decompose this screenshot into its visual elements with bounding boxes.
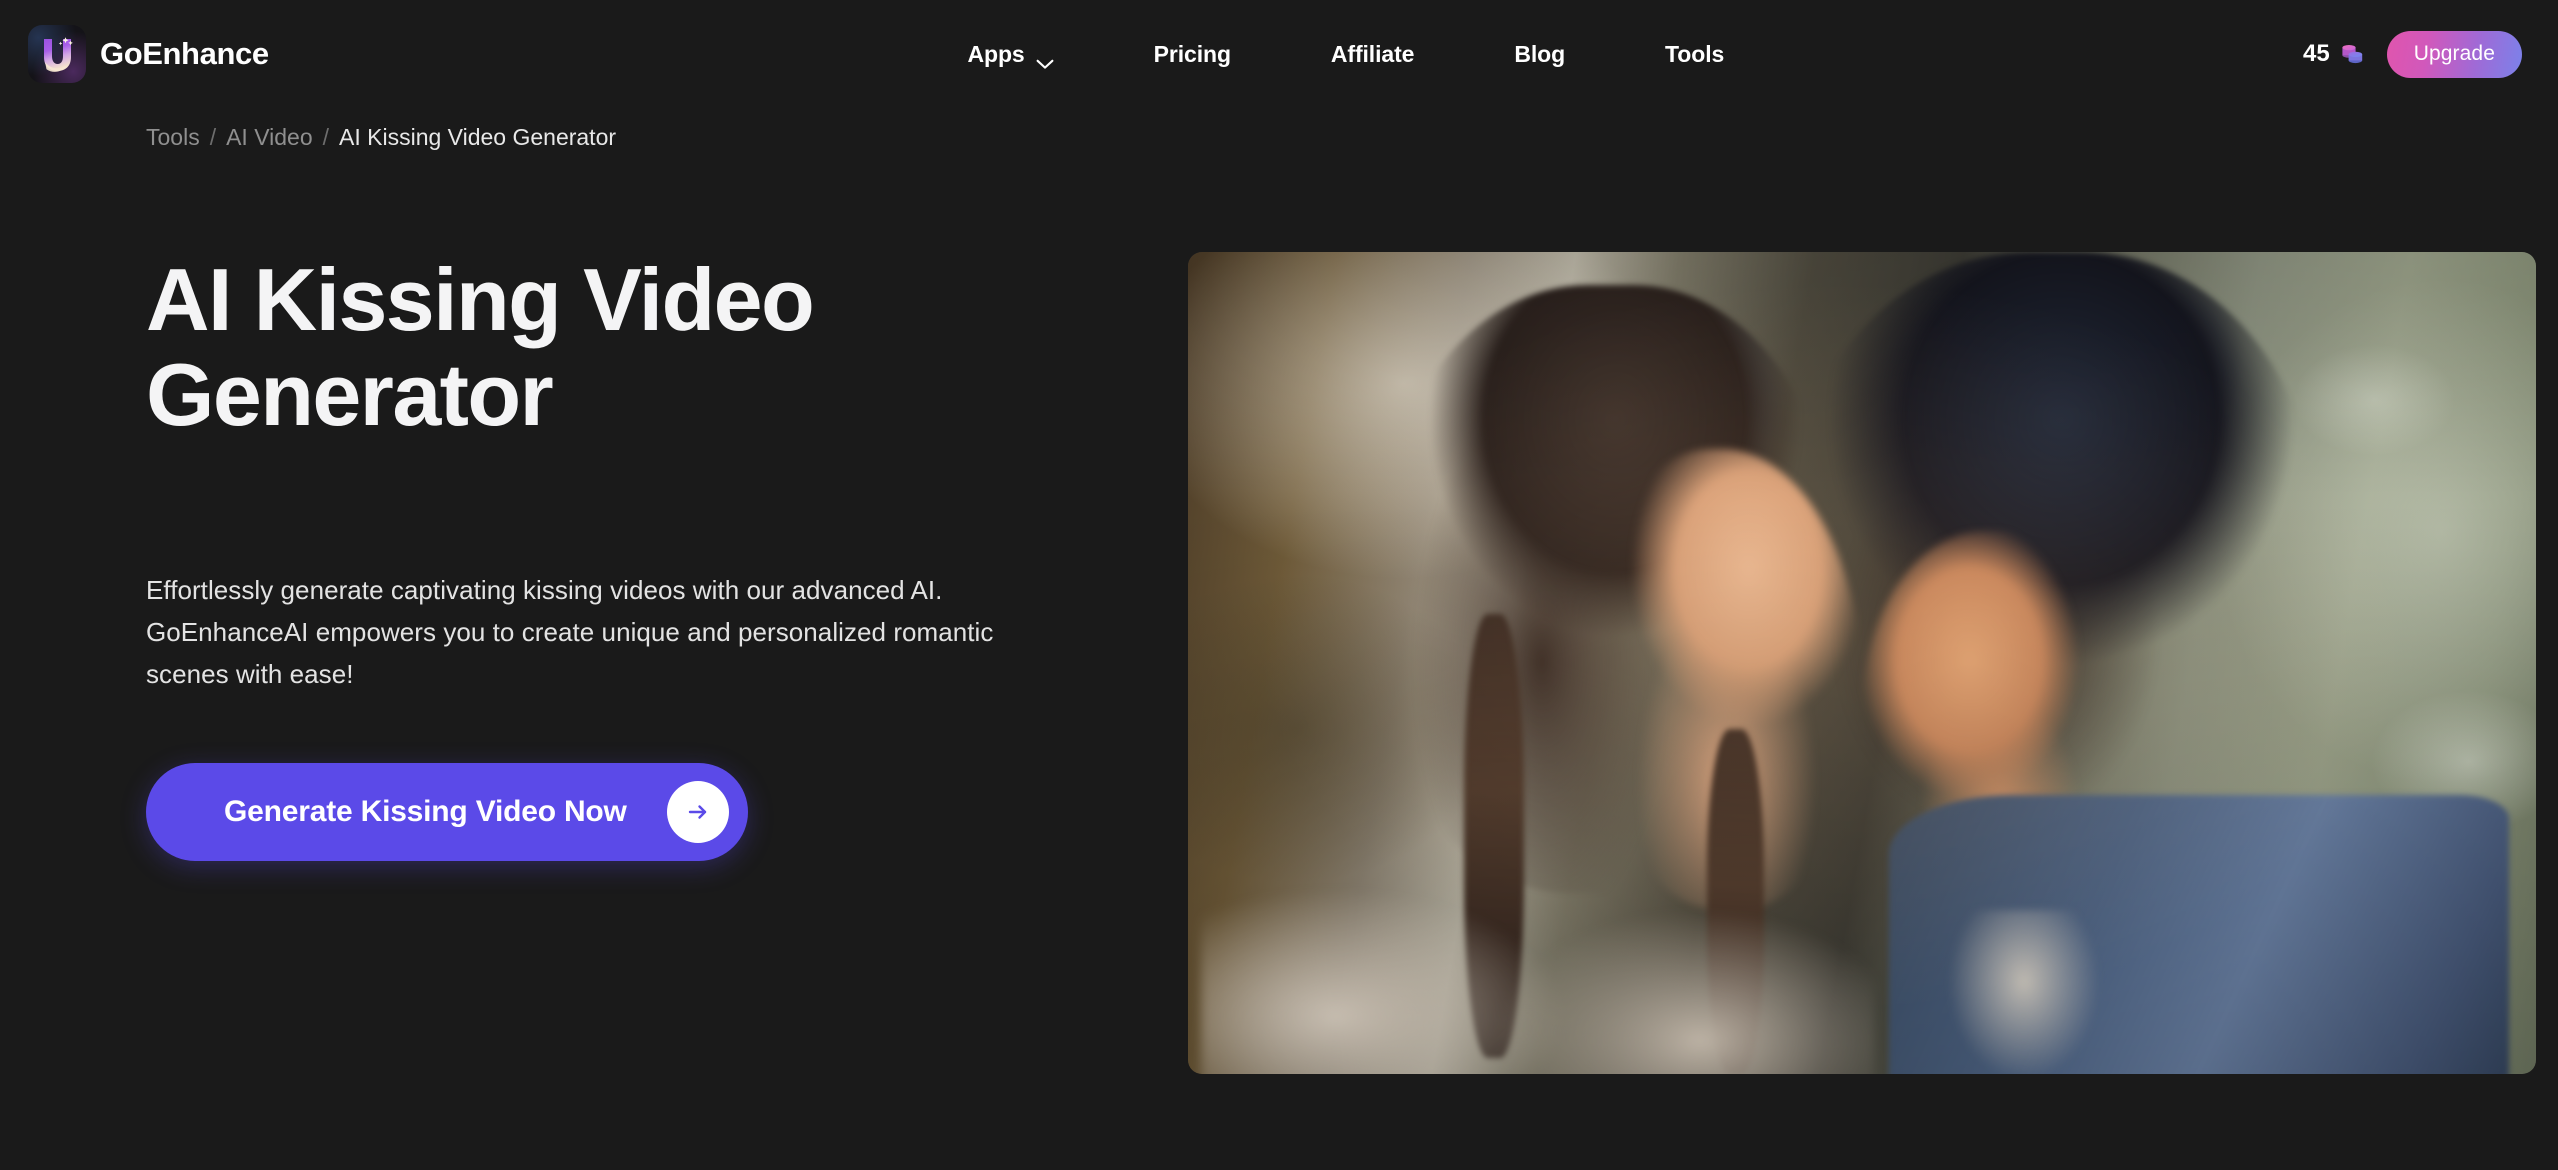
nav-item-tools[interactable]: Tools [1633,31,1756,78]
hero-section: AI Kissing Video Generator Effortlessly … [0,149,2558,1074]
breadcrumb-separator: / [209,124,217,150]
hero-content: AI Kissing Video Generator Effortlessly … [0,252,1188,862]
credits-balance[interactable]: 45 [2303,40,2365,68]
hero-video-preview[interactable] [1188,252,2536,1074]
breadcrumb-item-current: AI Kissing Video Generator [339,124,617,150]
hero-description: Effortlessly generate captivating kissin… [146,575,994,690]
header-right-controls: 45 Upgrade [2303,30,2522,78]
breadcrumb-item-tools[interactable]: Tools [146,126,200,149]
page-title-line-2: Generator [146,345,554,445]
site-header: GoEnhance Apps Pricing Affiliate Blog To… [0,0,2558,108]
nav-item-apps[interactable]: Apps [936,31,1086,78]
breadcrumb-separator: / [322,124,330,150]
arrow-right-icon [666,781,729,844]
nav-item-pricing-label: Pricing [1153,40,1231,67]
main-navigation: Apps Pricing Affiliate Blog Tools [389,31,2303,78]
nav-item-blog-label: Blog [1514,40,1566,67]
page-title-line-1: AI Kissing Video [146,250,815,349]
breadcrumb-item-ai-video[interactable]: AI Video [226,126,313,149]
hero-media-column [1188,252,2558,1074]
nav-item-affiliate-label: Affiliate [1330,40,1415,67]
nav-item-apps-label: Apps [967,40,1025,67]
chevron-down-icon [1036,49,1054,69]
coins-icon [2339,41,2365,67]
brand-logo-link[interactable]: GoEnhance [28,25,269,83]
credits-count: 45 [2303,40,2330,67]
upgrade-button[interactable]: Upgrade [2386,30,2522,78]
nav-item-tools-label: Tools [1665,40,1725,67]
nav-item-affiliate[interactable]: Affiliate [1299,31,1446,78]
goenhance-u-sparkle-logo-icon [28,25,86,83]
generate-kissing-video-button[interactable]: Generate Kissing Video Now [146,763,748,862]
breadcrumb: Tools / AI Video / AI Kissing Video Gene… [0,108,2558,149]
generate-kissing-video-button-label: Generate Kissing Video Now [224,795,627,829]
page-title: AI Kissing Video Generator [146,252,906,442]
hero-image-color-grade [1188,252,2536,1074]
brand-name: GoEnhance [100,36,269,71]
nav-item-blog[interactable]: Blog [1482,31,1597,78]
nav-item-pricing[interactable]: Pricing [1122,31,1263,78]
